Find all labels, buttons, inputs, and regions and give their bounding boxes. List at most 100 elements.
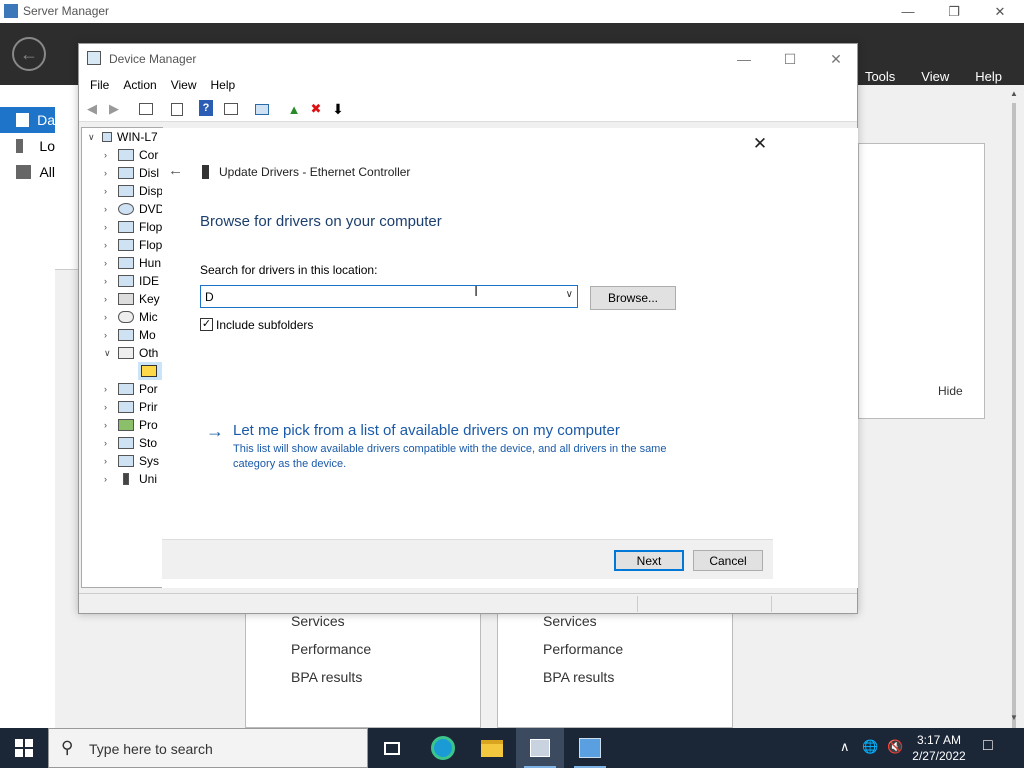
menu-help[interactable]: Help — [211, 78, 236, 92]
tree-node[interactable]: › Key — [104, 290, 160, 308]
tile-link-services[interactable]: Services — [543, 613, 597, 629]
edge-button[interactable] — [419, 728, 467, 768]
tile-link-bpa-results[interactable]: BPA results — [291, 669, 362, 685]
server-manager-taskbar-button[interactable] — [516, 728, 564, 768]
task-view-button[interactable] — [368, 728, 416, 768]
chevron-down-icon[interactable]: ∨ — [88, 132, 102, 143]
tree-node[interactable]: › Flop — [104, 218, 162, 236]
tree-node[interactable]: › Uni — [104, 470, 157, 488]
show-hide-console-tree-icon[interactable] — [137, 100, 155, 118]
properties-icon[interactable] — [168, 100, 186, 118]
menu-view[interactable]: View — [921, 69, 949, 84]
sidebar-item-local-server[interactable]: Lo — [0, 133, 55, 159]
back-icon[interactable]: ← — [12, 37, 46, 71]
tree-node[interactable]: › DVD — [104, 200, 162, 218]
chevron-right-icon[interactable]: › — [104, 222, 118, 232]
tree-node[interactable]: › Por — [104, 380, 158, 398]
tree-root[interactable]: ∨ WIN-L7 — [88, 128, 158, 146]
chevron-right-icon[interactable]: › — [104, 258, 118, 268]
system-clock[interactable]: 3:17 AM 2/27/2022 — [908, 732, 970, 764]
tree-node[interactable]: › IDE — [104, 272, 159, 290]
chevron-right-icon[interactable]: › — [104, 204, 118, 214]
chevron-right-icon[interactable]: › — [104, 150, 118, 160]
tree-node-ethernet-controller[interactable] — [138, 362, 162, 380]
tree-node[interactable]: › Cor — [104, 146, 158, 164]
tree-node[interactable]: › Pro — [104, 416, 158, 434]
tree-node[interactable]: › Disl — [104, 164, 159, 182]
tile-link-performance[interactable]: Performance — [291, 641, 371, 657]
tile-link-performance[interactable]: Performance — [543, 641, 623, 657]
menu-tools[interactable]: Tools — [865, 69, 895, 84]
device-manager-taskbar-button[interactable] — [566, 728, 614, 768]
back-arrow-icon[interactable]: ◀ — [83, 100, 101, 118]
include-subfolders-checkbox[interactable]: ✓ — [200, 318, 213, 331]
chevron-right-icon[interactable]: › — [104, 384, 118, 394]
tree-node[interactable]: › Mo — [104, 326, 156, 344]
help-icon[interactable]: ? — [199, 100, 213, 116]
chevron-up-icon[interactable]: ∧ — [840, 739, 850, 755]
chevron-right-icon[interactable]: › — [104, 168, 118, 178]
volume-muted-icon[interactable]: 🔇 — [887, 739, 903, 755]
menu-view[interactable]: View — [171, 78, 197, 92]
chevron-right-icon[interactable]: › — [104, 402, 118, 412]
minimize-button[interactable]: — — [885, 0, 931, 23]
close-button[interactable]: ✕ — [813, 44, 859, 74]
action-pane-icon[interactable] — [222, 100, 240, 118]
menu-file[interactable]: File — [90, 78, 109, 92]
maximize-button[interactable]: ☐ — [767, 44, 813, 74]
tree-node[interactable]: › Sto — [104, 434, 157, 452]
uninstall-device-icon[interactable]: ✖ — [307, 100, 325, 118]
minimize-button[interactable]: — — [721, 44, 767, 74]
tree-node[interactable]: › Prir — [104, 398, 158, 416]
tile-link-bpa-results[interactable]: BPA results — [543, 669, 614, 685]
next-button[interactable]: Next — [614, 550, 684, 571]
arrow-right-icon[interactable]: → — [206, 421, 224, 442]
chevron-down-icon[interactable]: ∨ — [104, 348, 118, 359]
cancel-button[interactable]: Cancel — [693, 550, 763, 571]
chevron-right-icon[interactable]: › — [104, 474, 118, 484]
restore-button[interactable]: ❐ — [931, 0, 977, 23]
chevron-right-icon[interactable]: › — [104, 312, 118, 322]
tree-node[interactable]: › Sys — [104, 452, 159, 470]
chevron-down-icon[interactable]: ∨ — [566, 289, 573, 300]
notification-icon[interactable]: □ — [983, 737, 993, 755]
scan-hardware-icon[interactable] — [253, 100, 271, 118]
update-driver-icon[interactable]: ▲ — [285, 100, 303, 118]
chevron-right-icon[interactable]: › — [104, 240, 118, 250]
menu-action[interactable]: Action — [123, 78, 156, 92]
menu-help[interactable]: Help — [975, 69, 1002, 84]
chevron-right-icon[interactable]: › — [104, 294, 118, 304]
scroll-down-icon[interactable]: ▼ — [1010, 713, 1018, 722]
forward-arrow-icon[interactable]: ▶ — [105, 100, 123, 118]
tree-node[interactable]: › Disp — [104, 182, 162, 200]
location-combobox[interactable]: ∨ — [200, 285, 578, 308]
scrollbar-thumb[interactable] — [1012, 103, 1016, 743]
chevron-right-icon[interactable]: › — [104, 420, 118, 430]
tree-node[interactable]: › Hun — [104, 254, 161, 272]
close-icon[interactable]: ✕ — [748, 132, 772, 156]
close-button[interactable]: ✕ — [977, 0, 1023, 23]
scroll-up-icon[interactable]: ▲ — [1010, 89, 1018, 98]
tree-node[interactable]: › Mic — [104, 308, 158, 326]
chevron-right-icon[interactable]: › — [104, 330, 118, 340]
tile-link-services[interactable]: Services — [291, 613, 345, 629]
back-arrow-icon[interactable]: ← — [168, 162, 183, 179]
hide-link[interactable]: Hide — [938, 384, 963, 398]
tree-node[interactable]: ∨ Oth — [104, 344, 158, 362]
sidebar-item-dashboard[interactable]: Da — [0, 107, 55, 133]
chevron-right-icon[interactable]: › — [104, 438, 118, 448]
start-button[interactable] — [0, 728, 48, 768]
network-icon[interactable]: 🌐 — [862, 739, 878, 755]
chevron-right-icon[interactable]: › — [104, 186, 118, 196]
location-input[interactable] — [205, 289, 545, 304]
file-explorer-button[interactable] — [468, 728, 516, 768]
chevron-right-icon[interactable]: › — [104, 456, 118, 466]
chevron-right-icon[interactable]: › — [104, 276, 118, 286]
pick-from-list-link[interactable]: Let me pick from a list of available dri… — [233, 422, 620, 439]
sidebar-item-all-servers[interactable]: All — [0, 159, 55, 185]
taskbar-search[interactable]: ⚲ Type here to search — [48, 728, 368, 768]
enable-device-icon[interactable]: ⬇ — [329, 100, 347, 118]
browse-button[interactable]: Browse... — [590, 286, 676, 310]
vertical-scrollbar[interactable]: ▲ ▼ — [1005, 85, 1024, 743]
tree-node[interactable]: › Flop — [104, 236, 162, 254]
